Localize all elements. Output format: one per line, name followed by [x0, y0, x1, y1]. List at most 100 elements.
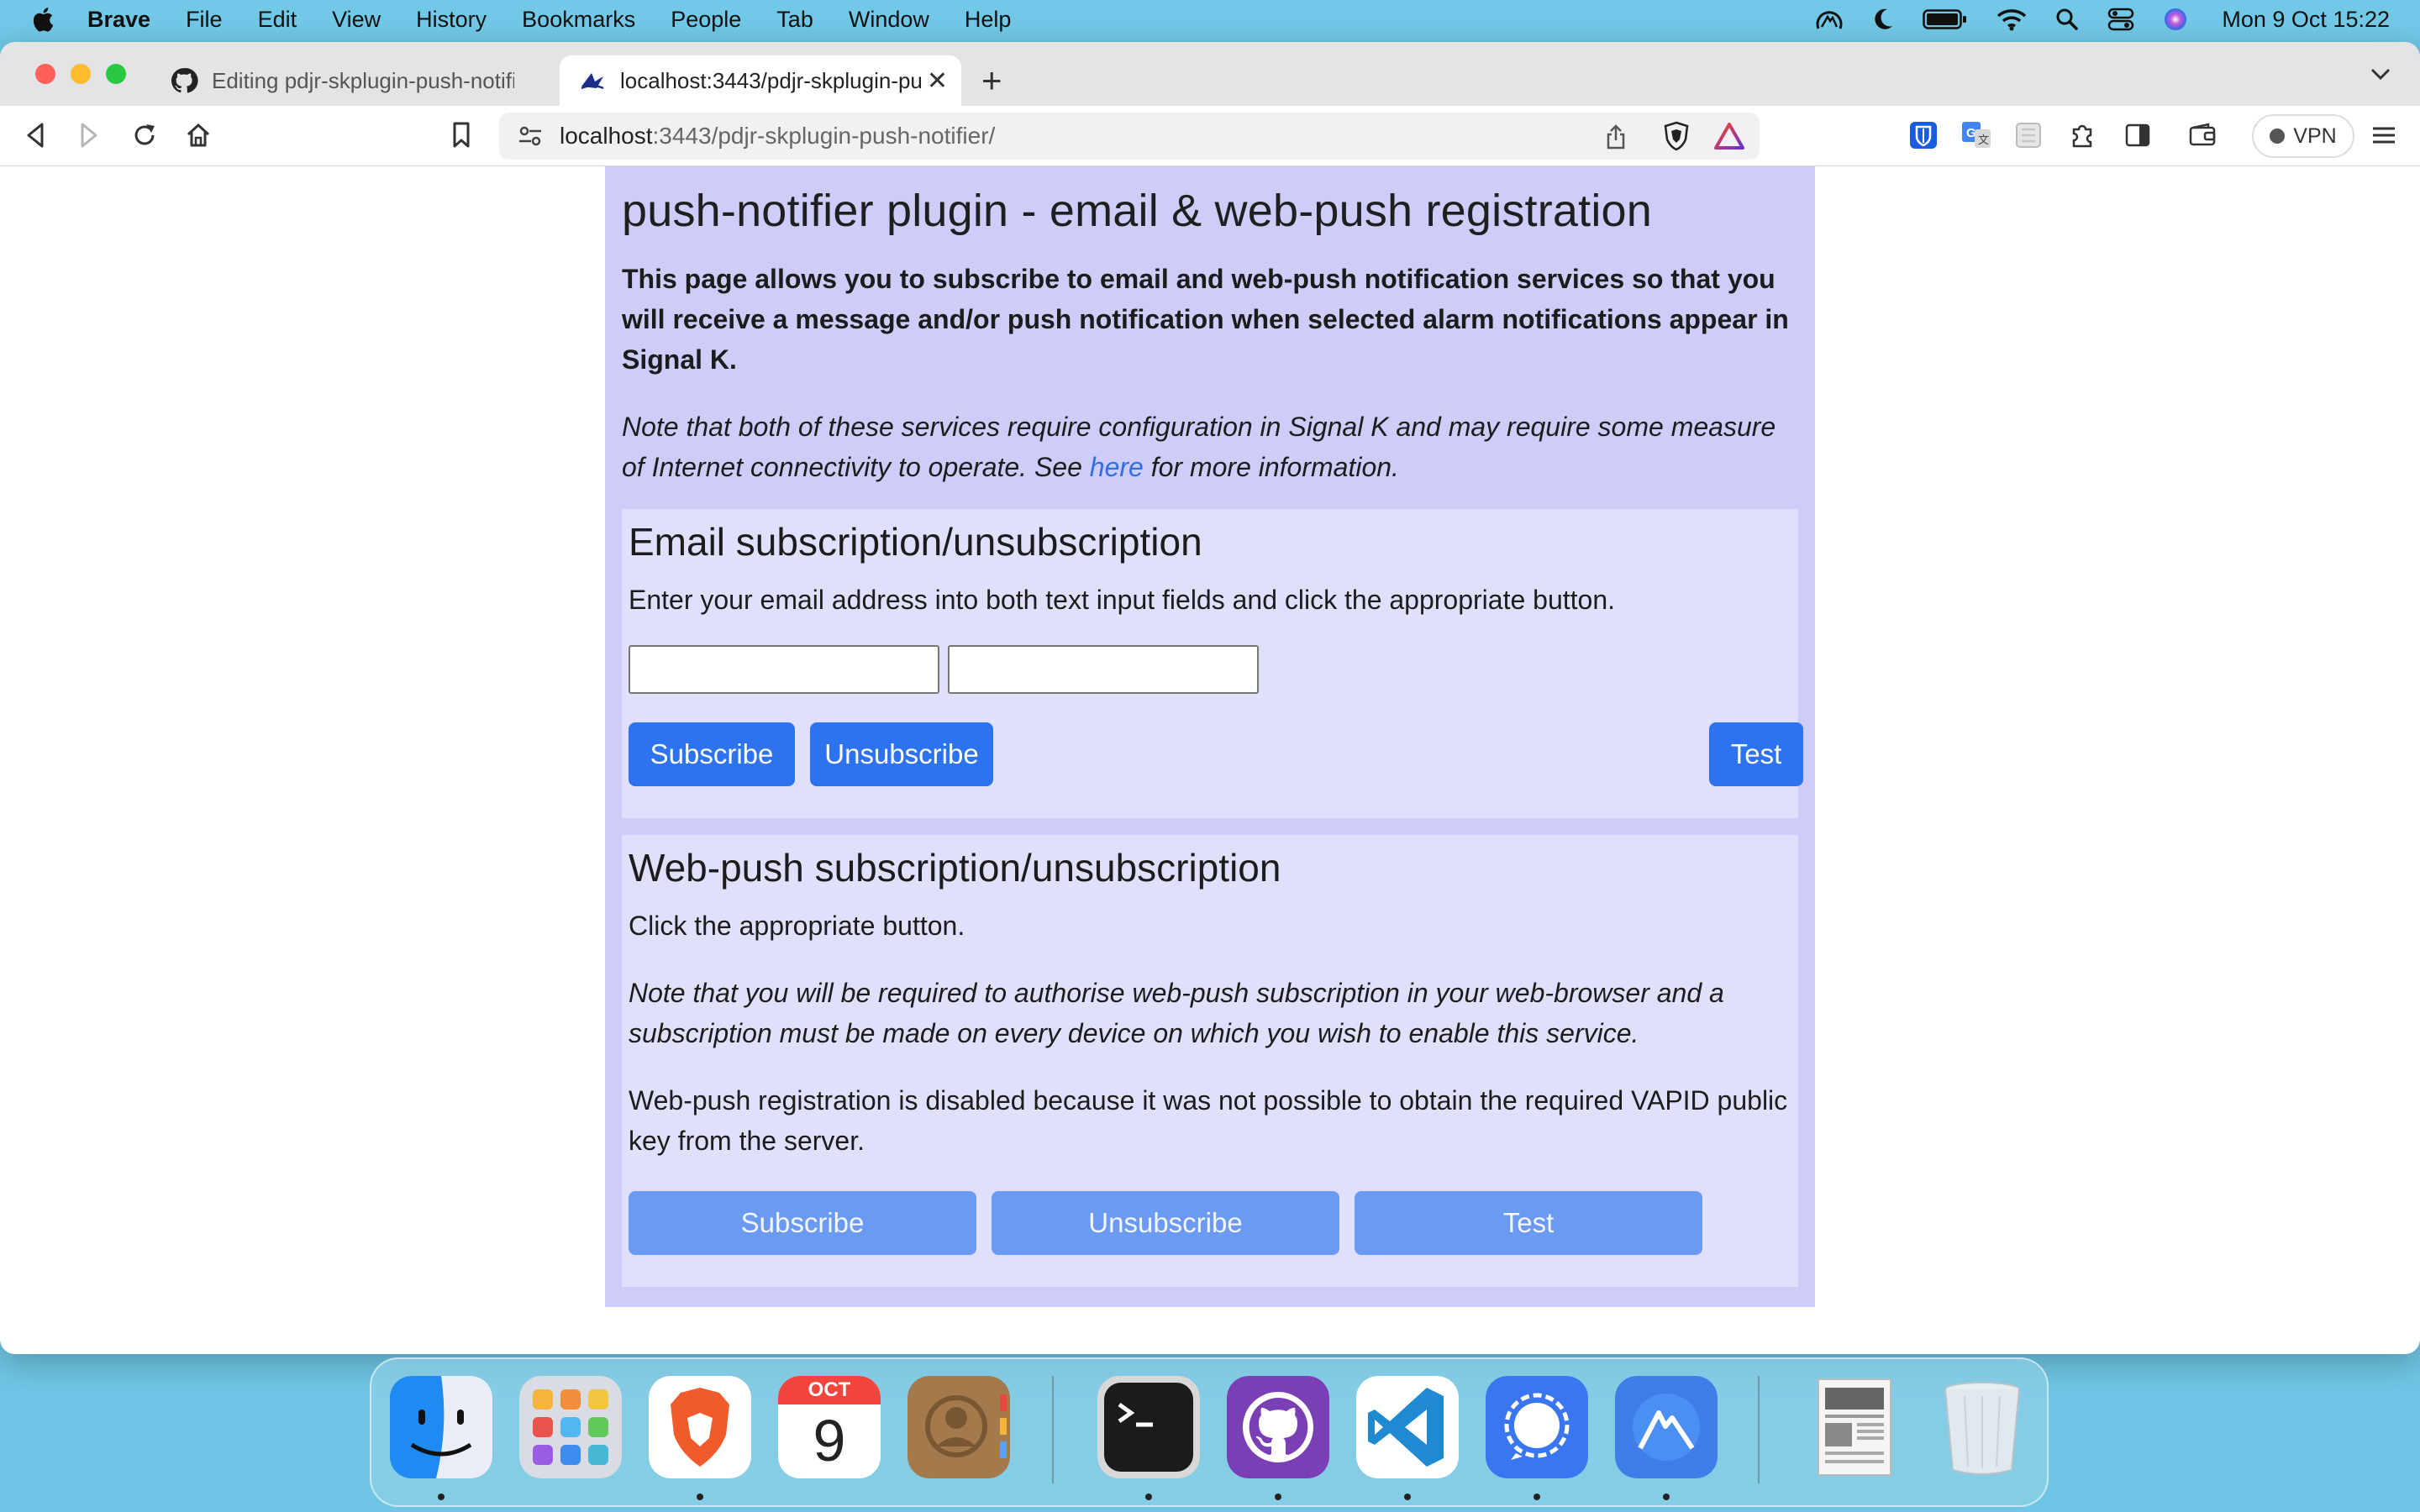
vscode-running-dot	[1404, 1494, 1411, 1500]
email-panel: Email subscription/unsubscription Enter …	[622, 509, 1803, 818]
email-unsubscribe-button[interactable]: Unsubscribe	[810, 722, 993, 786]
sidebar-toggle-icon[interactable]	[2124, 121, 2151, 150]
close-window-button[interactable]	[35, 64, 55, 84]
email-test-button[interactable]: Test	[1709, 722, 1803, 786]
window-controls	[35, 64, 126, 84]
bitwarden-icon[interactable]	[1909, 121, 1938, 150]
new-tab-icon[interactable]: +	[981, 63, 1002, 98]
menu-bookmarks[interactable]: Bookmarks	[522, 7, 635, 33]
email-heading: Email subscription/unsubscription	[629, 520, 1202, 564]
webpush-instructions: Click the appropriate button.	[629, 911, 965, 941]
plugin-page: push-notifier plugin - email & web-push …	[605, 166, 1815, 1307]
extension-grayed-icon[interactable]	[2015, 121, 2042, 150]
finder-running-dot	[438, 1494, 445, 1500]
apple-icon[interactable]	[30, 5, 59, 34]
wifi-icon[interactable]	[1996, 8, 2027, 31]
extensions-puzzle-icon[interactable]	[2069, 121, 2096, 150]
help-link[interactable]: here	[1090, 452, 1144, 482]
menu-app-name[interactable]: Brave	[87, 7, 150, 33]
webpush-test-button[interactable]: Test	[1355, 1191, 1702, 1255]
brave-icon[interactable]	[649, 1376, 751, 1478]
tab-bar: Editing pdjr-skplugin-push-notifier/ loc…	[0, 42, 2420, 106]
vscode-icon[interactable]	[1356, 1376, 1459, 1478]
back-icon[interactable]	[24, 121, 47, 150]
url-host: localhost	[560, 123, 653, 149]
trash-icon[interactable]	[1931, 1376, 2033, 1478]
menu-tab[interactable]: Tab	[776, 7, 813, 33]
wallet-icon[interactable]	[2188, 121, 2217, 150]
address-bar[interactable]: localhost:3443/pdjr-skplugin-push-notifi…	[499, 113, 1760, 160]
forward-icon[interactable]	[77, 121, 101, 150]
calendar-day: 9	[813, 1408, 846, 1473]
brave-rewards-icon[interactable]	[1714, 123, 1744, 150]
webpush-heading: Web-push subscription/unsubscription	[629, 846, 1281, 890]
github-desktop-running-dot	[1275, 1494, 1281, 1500]
tab-title: Editing pdjr-skplugin-push-notifier/	[212, 67, 514, 93]
battery-icon[interactable]	[1923, 8, 1968, 30]
brave-shields-icon[interactable]	[1662, 121, 1691, 151]
calendar-icon[interactable]: OCT 9	[778, 1376, 881, 1478]
calendar-month: OCT	[778, 1376, 881, 1404]
menu-window[interactable]: Window	[849, 7, 929, 33]
spotlight-search-icon[interactable]	[2055, 8, 2079, 31]
site-settings-icon[interactable]	[518, 124, 543, 148]
document-preview-icon[interactable]	[1802, 1376, 1904, 1478]
home-icon[interactable]	[185, 121, 212, 150]
email-field[interactable]	[629, 645, 939, 694]
page-intro: This page allows you to subscribe to ema…	[622, 264, 1789, 375]
tab-localhost[interactable]: localhost:3443/pdjr-skplugin-push-notifi…	[560, 55, 961, 106]
webpush-status: Web-push registration is disabled becaus…	[629, 1085, 1788, 1156]
email-confirm-field[interactable]	[948, 645, 1259, 694]
svg-text:G: G	[1966, 126, 1976, 140]
launchpad-icon[interactable]	[519, 1376, 622, 1478]
menu-clock[interactable]: Mon 9 Oct 15:22	[2222, 7, 2390, 33]
menu-view[interactable]: View	[332, 7, 381, 33]
browser-window: Editing pdjr-skplugin-push-notifier/ loc…	[0, 42, 2420, 1354]
menu-file[interactable]: File	[186, 7, 223, 33]
terminal-running-dot	[1145, 1494, 1152, 1500]
github-desktop-icon[interactable]	[1227, 1376, 1329, 1478]
bookmark-icon[interactable]	[450, 121, 472, 150]
reload-icon[interactable]	[131, 121, 158, 150]
menu-edit[interactable]: Edit	[258, 7, 297, 33]
dock-separator	[1052, 1376, 1054, 1483]
webpush-unsubscribe-button[interactable]: Unsubscribe	[992, 1191, 1339, 1255]
nordvpn-running-dot	[1663, 1494, 1670, 1500]
translate-icon[interactable]: G 文	[1961, 121, 1991, 150]
focus-moon-icon[interactable]	[1872, 8, 1894, 31]
zoom-window-button[interactable]	[106, 64, 126, 84]
vpn-button[interactable]: VPN	[2252, 114, 2354, 158]
brave-running-dot	[697, 1494, 703, 1500]
terminal-icon[interactable]	[1097, 1376, 1200, 1478]
tab-list-chevron-icon[interactable]	[2370, 67, 2391, 81]
tab-github-editing[interactable]: Editing pdjr-skplugin-push-notifier/	[151, 55, 555, 106]
menu-help[interactable]: Help	[965, 7, 1012, 33]
webpush-subscribe-button[interactable]: Subscribe	[629, 1191, 976, 1255]
share-icon[interactable]	[1605, 124, 1627, 150]
hamburger-menu-icon[interactable]	[2371, 121, 2396, 150]
url-path: :3443/pdjr-skplugin-push-notifier/	[652, 123, 996, 149]
control-center-icon[interactable]	[2107, 8, 2134, 31]
email-subscribe-button[interactable]: Subscribe	[629, 722, 795, 786]
menu-people[interactable]: People	[671, 7, 741, 33]
email-input-group	[629, 645, 1259, 694]
menu-bar: Brave File Edit View History Bookmarks P…	[0, 0, 2420, 39]
github-icon	[171, 68, 198, 93]
page-viewport: push-notifier plugin - email & web-push …	[0, 166, 2420, 1354]
status-area: Mon 9 Oct 15:22	[1815, 0, 2390, 39]
siri-icon[interactable]	[2163, 7, 2188, 32]
dock-separator	[1758, 1376, 1760, 1483]
menu-history[interactable]: History	[416, 7, 487, 33]
contacts-icon[interactable]	[908, 1376, 1010, 1478]
nordvpn-icon[interactable]	[1615, 1376, 1718, 1478]
vpn-status-dot-icon	[2270, 129, 2286, 144]
close-tab-icon[interactable]: ✕	[927, 66, 948, 96]
signal-icon[interactable]	[1486, 1376, 1588, 1478]
tab-title: localhost:3443/pdjr-skplugin-push-notifi…	[620, 67, 923, 93]
note-text-after: for more information.	[1143, 452, 1399, 482]
nordvpn-status-icon[interactable]	[1815, 7, 1844, 32]
signal-running-dot	[1534, 1494, 1540, 1500]
finder-icon[interactable]	[390, 1376, 492, 1478]
minimize-window-button[interactable]	[71, 64, 91, 84]
dock: OCT 9	[370, 1357, 2049, 1507]
